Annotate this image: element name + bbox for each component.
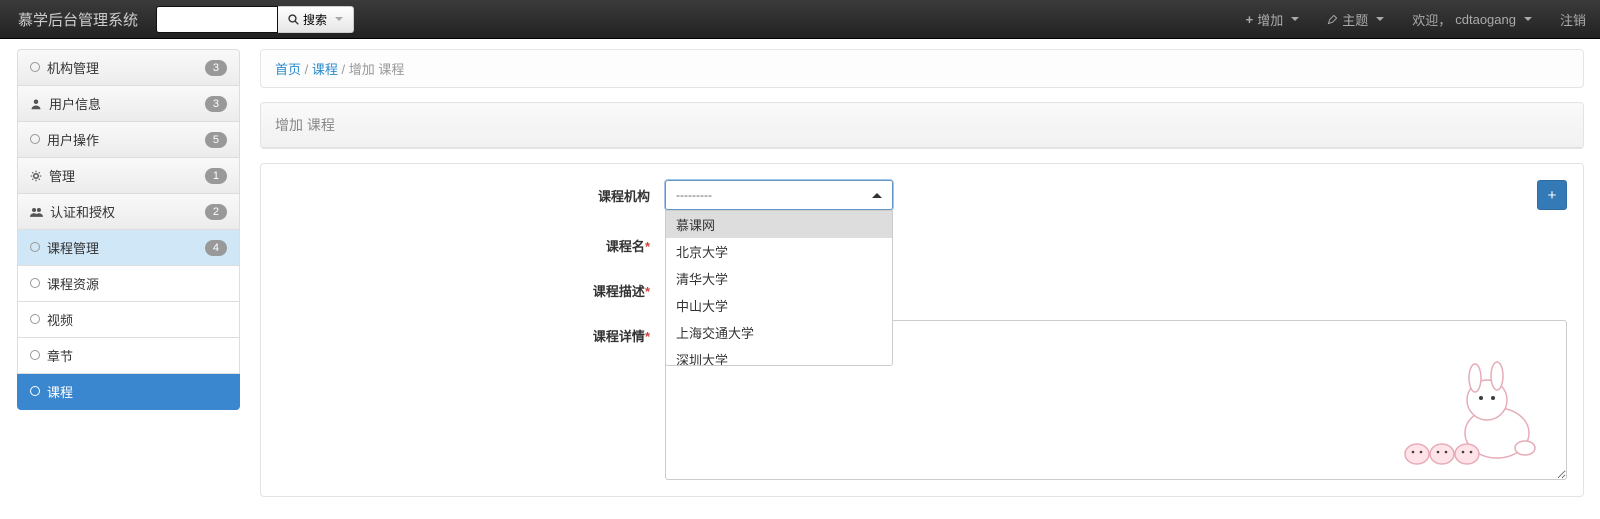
org-option[interactable]: 慕课网 xyxy=(666,211,892,238)
sidebar-item-8[interactable]: 章节 xyxy=(17,338,240,374)
sidebar: 机构管理 3 用户信息 3 用户操作 5 管理 1 认证和授权 2 课程管理 4 课程资源视频章节课程 xyxy=(0,39,250,507)
sidebar-item-2[interactable]: 用户操作 5 xyxy=(17,122,240,158)
chevron-down-icon xyxy=(1291,17,1299,21)
add-related-button[interactable]: + xyxy=(1537,180,1567,210)
sidebar-item-4[interactable]: 认证和授权 2 xyxy=(17,194,240,230)
required-mark: * xyxy=(645,284,650,299)
sidebar-item-3[interactable]: 管理 1 xyxy=(17,158,240,194)
plus-icon: + xyxy=(1548,187,1557,204)
chevron-down-icon xyxy=(335,17,343,21)
course-org-dropdown: 慕课网北京大学清华大学中山大学上海交通大学深圳大学四川大学达内科技 xyxy=(665,210,893,366)
top-navbar: 慕学后台管理系统 搜索 + 增加 主题 欢迎， cdtaogang 注销 xyxy=(0,0,1600,39)
label-course-name: 课程名* xyxy=(265,230,665,255)
sidebar-badge: 1 xyxy=(205,168,227,184)
field-course-org: --------- 慕课网北京大学清华大学中山大学上海交通大学深圳大学四川大学达… xyxy=(665,180,893,210)
plus-icon: + xyxy=(1246,12,1254,27)
label-course-desc: 课程描述* xyxy=(265,275,665,300)
panel-title: 增加 课程 xyxy=(261,103,1583,148)
sidebar-item-label: 课程资源 xyxy=(47,274,99,293)
sidebar-icon xyxy=(30,276,40,291)
sidebar-item-9[interactable]: 课程 xyxy=(17,374,240,410)
search-icon xyxy=(288,14,299,25)
required-mark: * xyxy=(645,239,650,254)
username: cdtaogang xyxy=(1455,12,1516,27)
breadcrumb-current: 增加 课程 xyxy=(349,62,405,77)
sidebar-icon xyxy=(30,348,40,363)
row-course-name: 课程名* xyxy=(265,230,1567,255)
theme-menu-label: 主题 xyxy=(1342,10,1368,29)
welcome-text: 欢迎， xyxy=(1412,10,1451,29)
add-menu-label: 增加 xyxy=(1257,10,1283,29)
org-option[interactable]: 深圳大学 xyxy=(666,346,892,365)
sidebar-item-label: 机构管理 xyxy=(47,58,99,77)
sidebar-item-1[interactable]: 用户信息 3 xyxy=(17,86,240,122)
chevron-down-icon xyxy=(1376,17,1384,21)
label-course-desc-text: 课程描述 xyxy=(593,284,645,299)
sidebar-item-7[interactable]: 视频 xyxy=(17,302,240,338)
required-mark: * xyxy=(645,329,650,344)
panel: 增加 课程 xyxy=(260,102,1584,149)
search-button[interactable]: 搜索 xyxy=(278,6,354,33)
breadcrumb-section[interactable]: 课程 xyxy=(312,62,338,77)
sidebar-icon xyxy=(30,312,40,327)
breadcrumb-sep: / xyxy=(342,62,349,77)
chevron-down-icon xyxy=(1524,17,1532,21)
sidebar-icon xyxy=(30,206,43,218)
breadcrumb-sep: / xyxy=(305,62,312,77)
course-org-select[interactable]: --------- xyxy=(665,180,893,210)
brand-title: 慕学后台管理系统 xyxy=(0,9,156,30)
search-input[interactable] xyxy=(156,6,278,33)
sidebar-icon xyxy=(30,240,40,255)
chevron-up-icon xyxy=(872,193,882,198)
sidebar-badge: 3 xyxy=(205,96,227,112)
sidebar-item-label: 管理 xyxy=(49,166,75,185)
main-content: 首页 / 课程 / 增加 课程 增加 课程 课程机构 --------- xyxy=(250,39,1600,507)
sidebar-icon xyxy=(30,170,42,182)
user-menu[interactable]: 欢迎， cdtaogang xyxy=(1398,0,1546,38)
add-menu[interactable]: + 增加 xyxy=(1232,0,1314,38)
sidebar-item-0[interactable]: 机构管理 3 xyxy=(17,49,240,86)
sidebar-item-label: 认证和授权 xyxy=(50,202,115,221)
sidebar-item-label: 课程 xyxy=(47,382,73,401)
search-button-label: 搜索 xyxy=(303,11,327,28)
layout: 机构管理3用户信息3用户操作5管理1认证和授权2课程管理4课程资源视频章节课程 … xyxy=(0,39,1600,507)
sidebar-item-label: 视频 xyxy=(47,310,73,329)
sidebar-icon xyxy=(30,384,40,399)
sidebar-item-5[interactable]: 课程管理 4 xyxy=(17,230,240,266)
org-option[interactable]: 北京大学 xyxy=(666,238,892,265)
sidebar-item-label: 用户操作 xyxy=(47,130,99,149)
topbar-right: + 增加 主题 欢迎， cdtaogang 注销 xyxy=(1232,0,1600,38)
theme-menu[interactable]: 主题 xyxy=(1313,0,1398,38)
sidebar-badge: 3 xyxy=(205,60,227,76)
breadcrumb: 首页 / 课程 / 增加 课程 xyxy=(260,49,1584,88)
label-course-detail: 课程详情* xyxy=(265,320,665,345)
sidebar-icon xyxy=(30,60,40,75)
label-course-name-text: 课程名 xyxy=(606,239,645,254)
label-course-org: 课程机构 xyxy=(265,180,665,205)
org-option[interactable]: 清华大学 xyxy=(666,265,892,292)
sidebar-item-label: 用户信息 xyxy=(49,94,101,113)
sidebar-item-label: 章节 xyxy=(47,346,73,365)
search-form: 搜索 xyxy=(156,6,354,33)
course-org-value: --------- xyxy=(676,188,712,202)
sidebar-badge: 4 xyxy=(205,240,227,256)
sidebar-item-label: 课程管理 xyxy=(47,238,99,257)
decorative-bunny-icon xyxy=(1397,358,1547,468)
org-option[interactable]: 中山大学 xyxy=(666,292,892,319)
logout-link[interactable]: 注销 xyxy=(1546,0,1600,38)
row-course-detail: 课程详情* xyxy=(265,320,1567,480)
row-course-desc: 课程描述* xyxy=(265,275,1567,300)
sidebar-badge: 2 xyxy=(205,204,227,220)
add-course-form: 课程机构 --------- 慕课网北京大学清华大学中山大学上海交通大学深圳大学… xyxy=(260,163,1584,497)
label-course-detail-text: 课程详情 xyxy=(593,329,645,344)
sidebar-icon xyxy=(30,98,42,110)
breadcrumb-home[interactable]: 首页 xyxy=(275,62,301,77)
org-option[interactable]: 上海交通大学 xyxy=(666,319,892,346)
sidebar-item-6[interactable]: 课程资源 xyxy=(17,266,240,302)
sidebar-icon xyxy=(30,132,40,147)
row-course-org: 课程机构 --------- 慕课网北京大学清华大学中山大学上海交通大学深圳大学… xyxy=(265,180,1567,210)
pencil-icon xyxy=(1327,14,1338,25)
sidebar-badge: 5 xyxy=(205,132,227,148)
logout-label: 注销 xyxy=(1560,10,1586,29)
